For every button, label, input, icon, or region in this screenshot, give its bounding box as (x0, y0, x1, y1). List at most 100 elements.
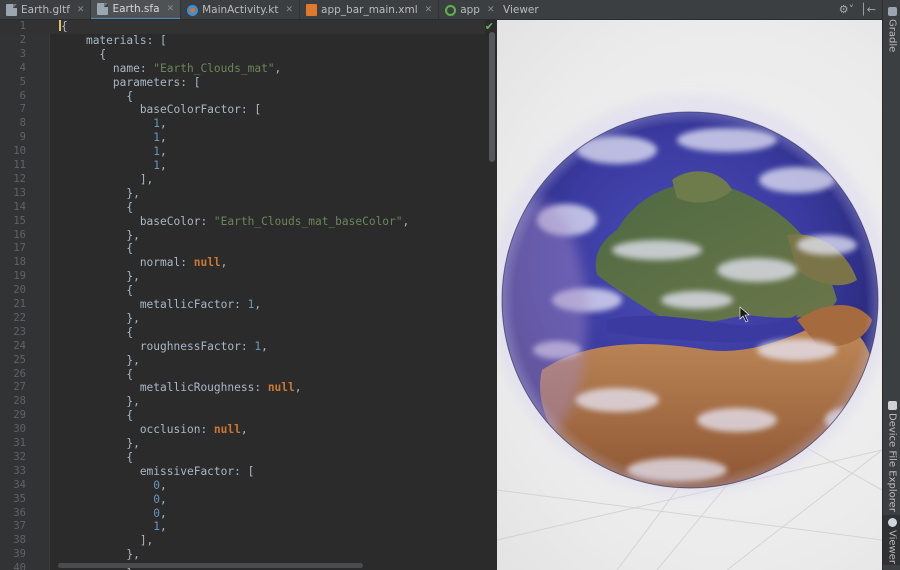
code-line[interactable]: 15 baseColor: "Earth_Clouds_mat_baseColo… (0, 215, 485, 229)
file-icon (6, 4, 17, 16)
line-number: 3 (19, 47, 26, 60)
inspection-ok-icon[interactable]: ✔ (485, 20, 494, 33)
close-icon[interactable]: ✕ (487, 5, 495, 15)
code-text: { (59, 450, 134, 464)
code-text: { (59, 47, 107, 61)
code-text: normal: null, (59, 256, 228, 270)
code-line[interactable]: 35 0, (0, 493, 485, 507)
code-line[interactable]: 11 1, (0, 159, 485, 173)
code-editor[interactable]: 2 1{2 materials: [3 {4 name: "Earth_Clou… (0, 20, 497, 570)
code-line[interactable]: 8 1, (0, 117, 485, 131)
tab-app-bar-main[interactable]: app_bar_main.xml ✕ (300, 0, 440, 19)
code-line[interactable]: 14 { (0, 201, 485, 215)
code-line[interactable]: 30 occlusion: null, (0, 423, 485, 437)
code-line[interactable]: 13 }, (0, 187, 485, 201)
tab-label: app (460, 4, 480, 16)
code-text: 0, (153, 478, 167, 492)
horizontal-scrollbar[interactable] (58, 563, 363, 568)
line-number: 9 (19, 131, 26, 144)
code-line[interactable]: 3 { (0, 48, 485, 62)
tab-earth-gltf[interactable]: Earth.gltf ✕ (0, 0, 92, 19)
code-text: }, (59, 548, 140, 562)
code-line[interactable]: 25 }, (0, 354, 485, 368)
close-icon[interactable]: ✕ (425, 5, 433, 15)
code-text: { (59, 200, 134, 214)
code-text: 0, (153, 506, 167, 520)
code-line[interactable]: 27 metallicRoughness: null, (0, 381, 485, 395)
settings-gear-icon[interactable]: ⚙˅ (839, 3, 854, 16)
editor-tab-bar: Earth.gltf ✕ Earth.sfa ✕ MainActivity.kt… (0, 0, 497, 20)
code-line[interactable]: 37 1, (0, 520, 485, 534)
line-number: 4 (19, 61, 26, 74)
code-line[interactable]: 24 roughnessFactor: 1, (0, 340, 485, 354)
vertical-scrollbar[interactable] (489, 32, 495, 162)
code-line[interactable]: 19 }, (0, 270, 485, 284)
line-number: 25 (13, 353, 26, 366)
code-line[interactable]: 17 { (0, 242, 485, 256)
line-number: 7 (19, 103, 26, 116)
close-icon[interactable]: ✕ (285, 5, 293, 15)
code-line[interactable]: 10 1, (0, 145, 485, 159)
code-text: }, (59, 311, 140, 325)
line-number: 31 (13, 437, 26, 449)
code-text: parameters: [ (59, 75, 201, 89)
line-number: 21 (13, 298, 26, 310)
code-line[interactable]: 21 metallicFactor: 1, (0, 298, 485, 312)
kotlin-file-icon (187, 4, 199, 16)
code-line[interactable]: 9 1, (0, 131, 485, 145)
right-tool-window-stripe: Gradle Device File Explorer Viewer (882, 0, 900, 570)
gradle-icon (887, 7, 897, 16)
model-viewer-canvas[interactable] (497, 20, 882, 570)
code-line[interactable]: 5 parameters: [ (0, 76, 485, 90)
code-line[interactable]: 26 { (0, 368, 485, 382)
code-line[interactable]: 22 }, (0, 312, 485, 326)
line-number: 20 (13, 284, 26, 297)
hide-panel-icon[interactable]: │← (860, 3, 876, 16)
code-line[interactable]: 33 emissiveFactor: [ (0, 465, 485, 479)
tab-label: Earth.sfa (112, 3, 160, 15)
tab-earth-sfa[interactable]: Earth.sfa ✕ (91, 0, 182, 19)
tab-main-activity[interactable]: MainActivity.kt ✕ (181, 0, 301, 19)
code-text: ], (59, 534, 154, 548)
code-text: name: "Earth_Clouds_mat", (59, 61, 282, 75)
tab-app[interactable]: app ✕ (439, 0, 497, 19)
close-icon[interactable]: ✕ (77, 5, 85, 15)
viewer-icon (887, 518, 897, 527)
close-icon[interactable]: ✕ (167, 4, 175, 14)
code-line[interactable]: 2 materials: [ (0, 34, 485, 48)
code-line[interactable]: 38 ], (0, 534, 485, 548)
code-text: }, (59, 353, 140, 367)
code-text: { (59, 20, 68, 33)
code-text: 1, (153, 520, 167, 534)
code-line[interactable]: 12 ], (0, 173, 485, 187)
code-line[interactable]: 32 { (0, 451, 485, 465)
code-line[interactable]: 7 baseColorFactor: [ (0, 103, 485, 117)
device-file-explorer-tool-tab[interactable]: Device File Explorer (883, 398, 900, 512)
code-text: 0, (153, 492, 167, 506)
code-line[interactable]: 18 normal: null, (0, 256, 485, 270)
code-line[interactable]: 1{ (0, 20, 485, 34)
code-text: { (59, 89, 134, 103)
line-number: 23 (13, 325, 26, 338)
code-line[interactable]: 34 0, (0, 479, 485, 493)
code-line[interactable]: 20 { (0, 284, 485, 298)
tab-label: app_bar_main.xml (321, 4, 418, 16)
code-line[interactable]: 16 }, (0, 229, 485, 243)
code-text: metallicFactor: 1, (59, 298, 262, 311)
code-text: }, (59, 186, 140, 200)
code-line[interactable]: 39 }, (0, 548, 485, 562)
code-line[interactable]: 36 0, (0, 507, 485, 521)
code-line[interactable]: 4 name: "Earth_Clouds_mat", (0, 62, 485, 76)
device-icon (887, 401, 897, 410)
line-number: 37 (13, 520, 26, 533)
line-number: 36 (13, 506, 26, 519)
code-line[interactable]: 6 { (0, 90, 485, 104)
code-line[interactable]: 23 { (0, 326, 485, 340)
code-text: { (59, 367, 134, 381)
code-line[interactable]: 29 { (0, 409, 485, 423)
line-number: 30 (13, 423, 26, 436)
code-line[interactable]: 31 }, (0, 437, 485, 451)
code-line[interactable]: 28 }, (0, 395, 485, 409)
gradle-tool-tab[interactable]: Gradle (883, 4, 900, 52)
viewer-tool-tab[interactable]: Viewer (883, 515, 900, 565)
